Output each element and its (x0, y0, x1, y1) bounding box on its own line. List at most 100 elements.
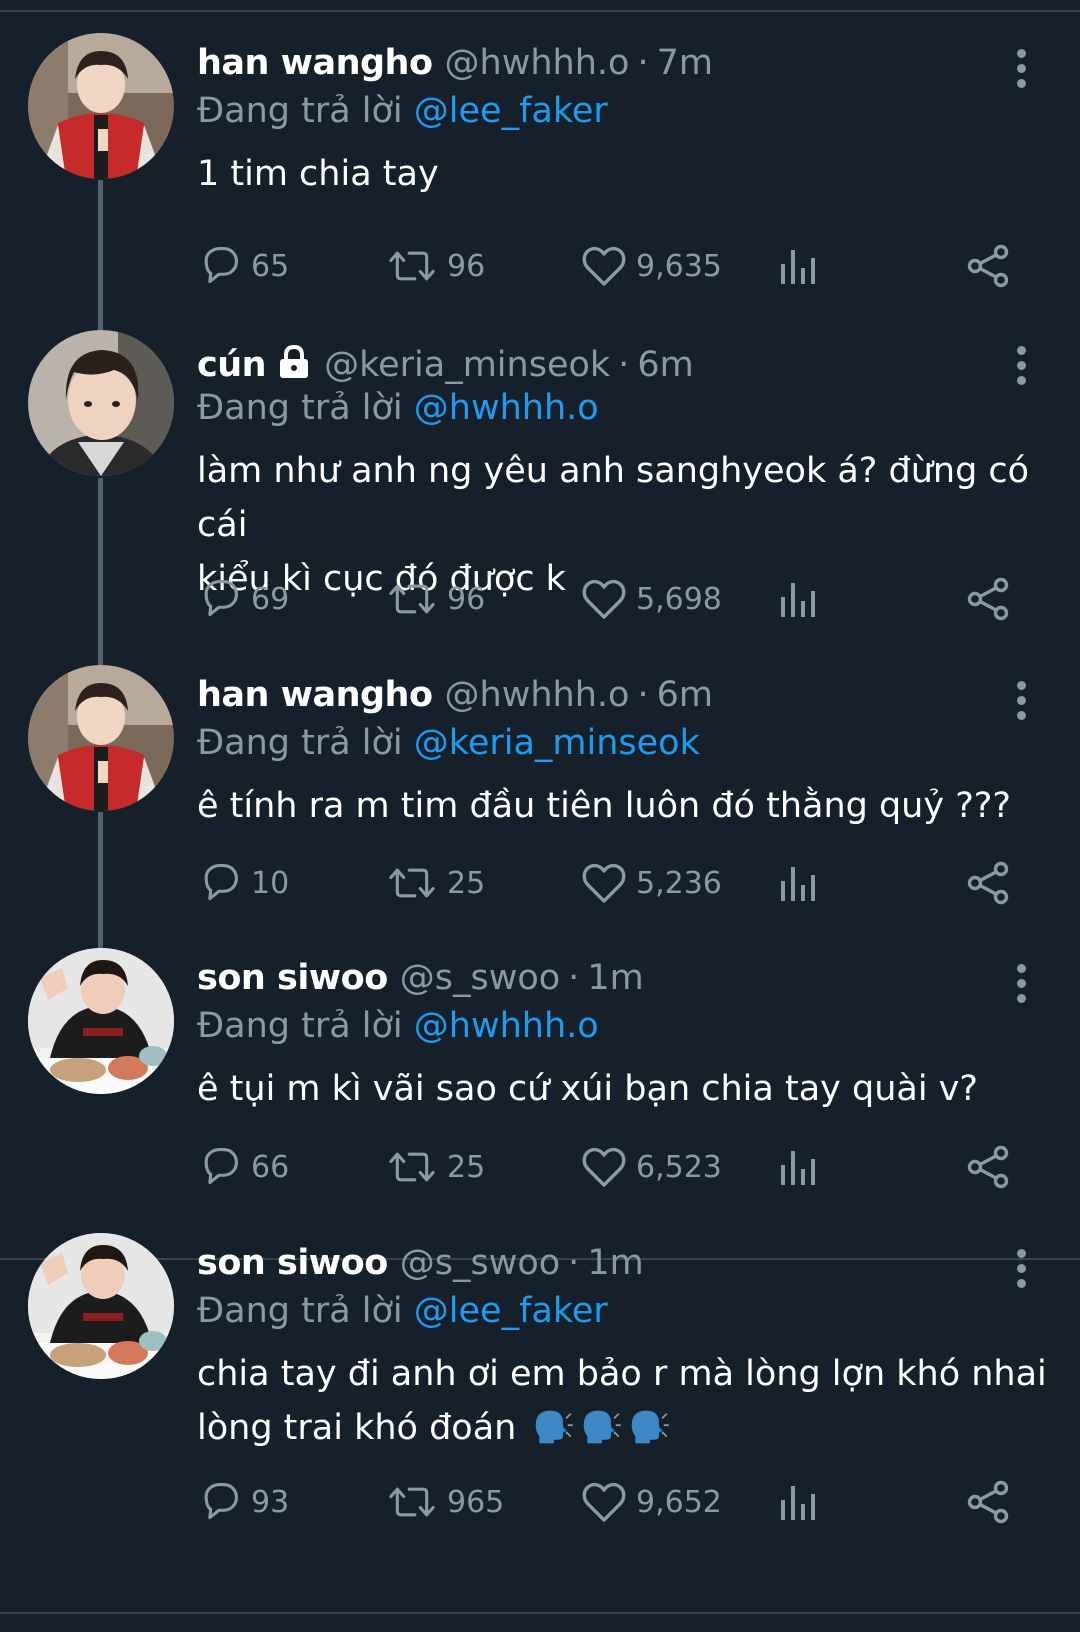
tweet-time[interactable]: 6m (657, 675, 713, 715)
reply-mention[interactable]: @hwhhh.o (414, 388, 599, 428)
share-button[interactable] (967, 574, 1011, 624)
tweet-text-line: lòng trai khó đoán (197, 1401, 1047, 1455)
reply-button[interactable]: 10 (197, 858, 289, 908)
avatar[interactable] (28, 948, 174, 1094)
tweet-header: son siwoo @s_swoo · 1m (197, 958, 644, 1008)
share-icon (967, 577, 1009, 621)
user-handle[interactable]: @hwhhh.o (445, 675, 630, 715)
retweet-button[interactable]: 25 (387, 1142, 485, 1192)
user-name[interactable]: han wangho (197, 675, 433, 715)
tweet-header: han wangho @hwhhh.o · 6m (197, 675, 713, 725)
user-name[interactable]: son siwoo (197, 958, 388, 998)
user-handle[interactable]: @keria_minseok (324, 345, 610, 385)
like-count: 5,236 (636, 865, 722, 901)
tweet-actions: 65 96 9,635 (197, 241, 1047, 291)
reply-context: Đang trả lời @lee_faker (197, 91, 608, 131)
retweet-icon (389, 584, 435, 614)
retweet-icon (389, 1152, 435, 1182)
reply-context: Đang trả lời @hwhhh.o (197, 1006, 599, 1046)
retweet-button[interactable]: 25 (387, 858, 485, 908)
share-button[interactable] (967, 1477, 1011, 1527)
reply-button[interactable]: 66 (197, 1142, 289, 1192)
like-button[interactable]: 9,652 (582, 1477, 722, 1527)
user-name[interactable]: cún (197, 345, 267, 385)
share-button[interactable] (967, 241, 1011, 291)
reply-mention[interactable]: @keria_minseok (414, 723, 700, 763)
thread-line (98, 478, 103, 666)
user-handle[interactable]: @hwhhh.o (445, 43, 630, 83)
views-button[interactable] (777, 858, 819, 908)
user-handle[interactable]: @s_swoo (400, 1243, 560, 1283)
views-button[interactable] (777, 1477, 819, 1527)
share-icon (967, 1145, 1009, 1189)
more-icon[interactable] (1010, 1249, 1032, 1293)
tweet-time[interactable]: 7m (657, 43, 713, 83)
tweet-actions: 69 96 5,698 (197, 574, 1047, 624)
share-icon (967, 244, 1009, 288)
retweet-button[interactable]: 96 (387, 241, 485, 291)
tweet-text: ê tụi m kì vãi sao cứ xúi bạn chia tay q… (197, 1069, 978, 1109)
tweet-text: 1 tim chia tay (197, 154, 439, 194)
avatar[interactable] (28, 665, 174, 811)
retweet-button[interactable]: 96 (387, 574, 485, 624)
reply-prefix: Đang trả lời (197, 388, 403, 428)
tweet-text-line: làm như anh ng yêu anh sanghyeok á? đừng… (197, 451, 1030, 545)
reply-button[interactable]: 69 (197, 574, 289, 624)
reply-mention[interactable]: @lee_faker (414, 91, 608, 131)
separator-dot: · (618, 345, 630, 385)
tweet-text-segment: lòng trai khó đoán (197, 1408, 517, 1448)
like-icon (582, 579, 626, 619)
views-button[interactable] (777, 1142, 819, 1192)
tweet-time[interactable]: 1m (587, 958, 643, 998)
avatar[interactable] (28, 330, 174, 476)
reply-icon (204, 247, 238, 284)
like-button[interactable]: 5,236 (582, 858, 722, 908)
share-icon (967, 861, 1009, 905)
retweet-icon (389, 868, 435, 898)
user-name[interactable]: son siwoo (197, 1243, 388, 1283)
like-icon (582, 246, 626, 286)
share-button[interactable] (967, 858, 1011, 908)
bottom-divider (0, 1612, 1080, 1614)
reply-button[interactable]: 93 (197, 1477, 289, 1527)
speaking-head-emoji (631, 1409, 670, 1445)
like-count: 5,698 (636, 581, 722, 617)
reply-icon (204, 1483, 238, 1520)
tweet-actions: 66 25 6,523 (197, 1142, 1047, 1192)
reply-mention[interactable]: @lee_faker (414, 1291, 608, 1331)
views-button[interactable] (777, 241, 819, 291)
like-icon (582, 1482, 626, 1522)
like-icon (582, 863, 626, 903)
reply-prefix: Đang trả lời (197, 1006, 403, 1046)
like-button[interactable]: 5,698 (582, 574, 722, 624)
reply-icon (204, 580, 238, 617)
reply-count: 65 (251, 248, 290, 284)
user-handle[interactable]: @s_swoo (400, 958, 560, 998)
views-icon (781, 1151, 815, 1185)
like-button[interactable]: 9,635 (582, 241, 722, 291)
views-icon (781, 867, 815, 901)
reply-mention[interactable]: @hwhhh.o (414, 1006, 599, 1046)
tweet-time[interactable]: 1m (587, 1243, 643, 1283)
avatar[interactable] (28, 33, 174, 179)
views-button[interactable] (777, 574, 819, 624)
more-icon[interactable] (1010, 49, 1032, 93)
reply-prefix: Đang trả lời (197, 91, 403, 131)
reply-count: 93 (251, 1484, 290, 1520)
tweet-header: cún @keria_minseok · 6m (197, 340, 694, 390)
tweet-header: son siwoo @s_swoo · 1m (197, 1243, 644, 1293)
more-icon[interactable] (1010, 964, 1032, 1008)
more-icon[interactable] (1010, 346, 1032, 390)
tweet-time[interactable]: 6m (637, 345, 693, 385)
views-icon (781, 1486, 815, 1520)
user-name[interactable]: han wangho (197, 43, 433, 83)
views-icon (781, 583, 815, 617)
like-button[interactable]: 6,523 (582, 1142, 722, 1192)
share-button[interactable] (967, 1142, 1011, 1192)
more-icon[interactable] (1010, 681, 1032, 725)
retweet-button[interactable]: 965 (387, 1477, 504, 1527)
avatar[interactable] (28, 1233, 174, 1379)
retweet-count: 25 (447, 1149, 486, 1185)
tweet-actions: 93 965 9,652 (197, 1477, 1047, 1527)
reply-button[interactable]: 65 (197, 241, 289, 291)
